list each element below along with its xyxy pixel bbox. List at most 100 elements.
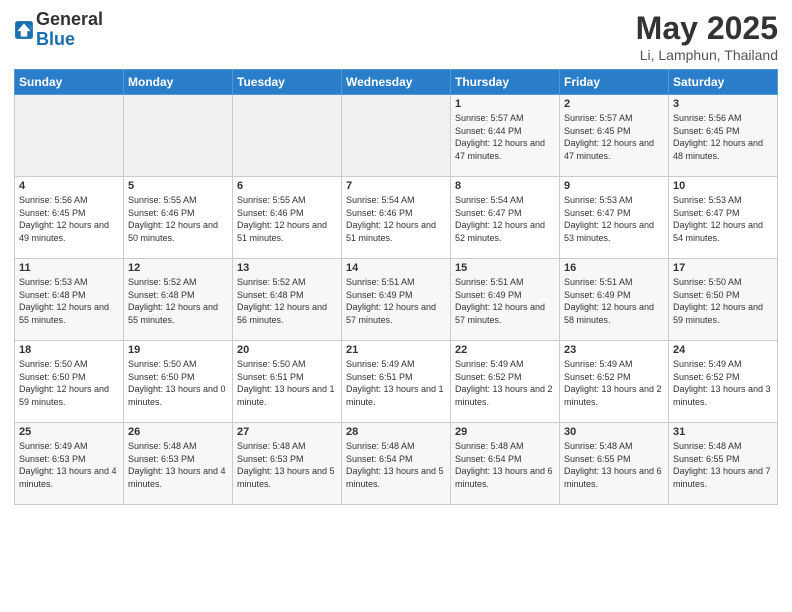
day-info: Sunrise: 5:50 AM Sunset: 6:50 PM Dayligh… <box>19 358 119 408</box>
day-number: 24 <box>673 344 773 356</box>
day-number: 15 <box>455 262 555 274</box>
table-row: 14 Sunrise: 5:51 AM Sunset: 6:49 PM Dayli… <box>342 259 451 341</box>
table-row: 26 Sunrise: 5:48 AM Sunset: 6:53 PM Dayli… <box>124 423 233 505</box>
day-info: Sunrise: 5:48 AM Sunset: 6:53 PM Dayligh… <box>128 440 228 490</box>
day-info: Sunrise: 5:52 AM Sunset: 6:48 PM Dayligh… <box>237 276 337 326</box>
day-number: 20 <box>237 344 337 356</box>
logo-general: General <box>36 10 103 30</box>
day-number: 12 <box>128 262 228 274</box>
table-row: 29 Sunrise: 5:48 AM Sunset: 6:54 PM Dayli… <box>451 423 560 505</box>
day-number: 9 <box>564 180 664 192</box>
table-row: 3 Sunrise: 5:56 AM Sunset: 6:45 PM Daylig… <box>669 95 778 177</box>
logo-blue: Blue <box>36 30 103 50</box>
table-row: 4Sunrise: 5:56 AM Sunset: 6:45 PM Daylig… <box>15 177 124 259</box>
day-number: 28 <box>346 426 446 438</box>
calendar-week-2: 11Sunrise: 5:53 AM Sunset: 6:48 PM Dayli… <box>15 259 778 341</box>
day-info: Sunrise: 5:48 AM Sunset: 6:55 PM Dayligh… <box>564 440 664 490</box>
day-info: Sunrise: 5:54 AM Sunset: 6:47 PM Dayligh… <box>455 194 555 244</box>
day-number: 11 <box>19 262 119 274</box>
day-number: 8 <box>455 180 555 192</box>
calendar-week-0: 1Sunrise: 5:57 AM Sunset: 6:44 PM Daylig… <box>15 95 778 177</box>
day-number: 30 <box>564 426 664 438</box>
table-row: 8 Sunrise: 5:54 AM Sunset: 6:47 PM Daylig… <box>451 177 560 259</box>
logo: General Blue <box>14 10 103 50</box>
day-info: Sunrise: 5:57 AM Sunset: 6:45 PM Dayligh… <box>564 112 664 162</box>
header-row: Sunday Monday Tuesday Wednesday Thursday… <box>15 70 778 95</box>
col-saturday: Saturday <box>669 70 778 95</box>
day-number: 27 <box>237 426 337 438</box>
day-info: Sunrise: 5:53 AM Sunset: 6:47 PM Dayligh… <box>673 194 773 244</box>
day-number: 23 <box>564 344 664 356</box>
day-number: 18 <box>19 344 119 356</box>
day-info: Sunrise: 5:56 AM Sunset: 6:45 PM Dayligh… <box>673 112 773 162</box>
table-row: 18 Sunrise: 5:50 AM Sunset: 6:50 PM Dayli… <box>15 341 124 423</box>
day-info: Sunrise: 5:51 AM Sunset: 6:49 PM Dayligh… <box>564 276 664 326</box>
table-row: 12 Sunrise: 5:52 AM Sunset: 6:48 PM Dayli… <box>124 259 233 341</box>
day-number: 3 <box>673 98 773 110</box>
table-row: 22Sunrise: 5:49 AM Sunset: 6:52 PM Dayli… <box>451 341 560 423</box>
day-info: Sunrise: 5:48 AM Sunset: 6:54 PM Dayligh… <box>455 440 555 490</box>
header: General Blue May 2025 Li, Lamphun, Thail… <box>14 10 778 63</box>
day-info: Sunrise: 5:50 AM Sunset: 6:50 PM Dayligh… <box>673 276 773 326</box>
day-info: Sunrise: 5:48 AM Sunset: 6:54 PM Dayligh… <box>346 440 446 490</box>
day-number: 7 <box>346 180 446 192</box>
day-number: 25 <box>19 426 119 438</box>
calendar-week-3: 18 Sunrise: 5:50 AM Sunset: 6:50 PM Dayli… <box>15 341 778 423</box>
table-row: 2 Sunrise: 5:57 AM Sunset: 6:45 PM Daylig… <box>560 95 669 177</box>
table-row: 6 Sunrise: 5:55 AM Sunset: 6:46 PM Daylig… <box>233 177 342 259</box>
day-info: Sunrise: 5:52 AM Sunset: 6:48 PM Dayligh… <box>128 276 228 326</box>
day-number: 6 <box>237 180 337 192</box>
day-info: Sunrise: 5:55 AM Sunset: 6:46 PM Dayligh… <box>237 194 337 244</box>
col-wednesday: Wednesday <box>342 70 451 95</box>
day-number: 1 <box>455 98 555 110</box>
day-info: Sunrise: 5:51 AM Sunset: 6:49 PM Dayligh… <box>455 276 555 326</box>
day-info: Sunrise: 5:49 AM Sunset: 6:52 PM Dayligh… <box>564 358 664 408</box>
day-number: 29 <box>455 426 555 438</box>
day-info: Sunrise: 5:49 AM Sunset: 6:52 PM Dayligh… <box>455 358 555 408</box>
table-row: 24Sunrise: 5:49 AM Sunset: 6:52 PM Dayli… <box>669 341 778 423</box>
col-sunday: Sunday <box>15 70 124 95</box>
table-row: 30 Sunrise: 5:48 AM Sunset: 6:55 PM Dayli… <box>560 423 669 505</box>
title-month: May 2025 <box>636 10 778 47</box>
table-row <box>15 95 124 177</box>
table-row <box>342 95 451 177</box>
table-row: 17Sunrise: 5:50 AM Sunset: 6:50 PM Dayli… <box>669 259 778 341</box>
day-number: 16 <box>564 262 664 274</box>
table-row: 16 Sunrise: 5:51 AM Sunset: 6:49 PM Dayli… <box>560 259 669 341</box>
table-row: 19 Sunrise: 5:50 AM Sunset: 6:50 PM Dayli… <box>124 341 233 423</box>
day-number: 14 <box>346 262 446 274</box>
day-info: Sunrise: 5:51 AM Sunset: 6:49 PM Dayligh… <box>346 276 446 326</box>
table-row: 5Sunrise: 5:55 AM Sunset: 6:46 PM Daylig… <box>124 177 233 259</box>
day-info: Sunrise: 5:50 AM Sunset: 6:51 PM Dayligh… <box>237 358 337 408</box>
table-row: 25 Sunrise: 5:49 AM Sunset: 6:53 PM Dayli… <box>15 423 124 505</box>
table-row: 1Sunrise: 5:57 AM Sunset: 6:44 PM Daylig… <box>451 95 560 177</box>
day-number: 2 <box>564 98 664 110</box>
table-row: 28 Sunrise: 5:48 AM Sunset: 6:54 PM Dayli… <box>342 423 451 505</box>
day-number: 19 <box>128 344 228 356</box>
col-monday: Monday <box>124 70 233 95</box>
logo-icon <box>14 19 34 41</box>
table-row <box>233 95 342 177</box>
table-row: 9 Sunrise: 5:53 AM Sunset: 6:47 PM Daylig… <box>560 177 669 259</box>
table-row: 27 Sunrise: 5:48 AM Sunset: 6:53 PM Dayli… <box>233 423 342 505</box>
table-row: 10 Sunrise: 5:53 AM Sunset: 6:47 PM Dayli… <box>669 177 778 259</box>
day-number: 13 <box>237 262 337 274</box>
day-info: Sunrise: 5:53 AM Sunset: 6:47 PM Dayligh… <box>564 194 664 244</box>
table-row: 23 Sunrise: 5:49 AM Sunset: 6:52 PM Dayli… <box>560 341 669 423</box>
calendar-table: Sunday Monday Tuesday Wednesday Thursday… <box>14 69 778 505</box>
calendar-week-1: 4Sunrise: 5:56 AM Sunset: 6:45 PM Daylig… <box>15 177 778 259</box>
day-info: Sunrise: 5:48 AM Sunset: 6:53 PM Dayligh… <box>237 440 337 490</box>
table-row: 31Sunrise: 5:48 AM Sunset: 6:55 PM Dayli… <box>669 423 778 505</box>
day-info: Sunrise: 5:50 AM Sunset: 6:50 PM Dayligh… <box>128 358 228 408</box>
day-number: 26 <box>128 426 228 438</box>
day-number: 4 <box>19 180 119 192</box>
day-info: Sunrise: 5:49 AM Sunset: 6:53 PM Dayligh… <box>19 440 119 490</box>
table-row: 13 Sunrise: 5:52 AM Sunset: 6:48 PM Dayli… <box>233 259 342 341</box>
day-number: 10 <box>673 180 773 192</box>
table-row: 11Sunrise: 5:53 AM Sunset: 6:48 PM Dayli… <box>15 259 124 341</box>
col-thursday: Thursday <box>451 70 560 95</box>
calendar-week-4: 25 Sunrise: 5:49 AM Sunset: 6:53 PM Dayli… <box>15 423 778 505</box>
logo-text: General Blue <box>36 10 103 50</box>
day-number: 31 <box>673 426 773 438</box>
day-number: 5 <box>128 180 228 192</box>
